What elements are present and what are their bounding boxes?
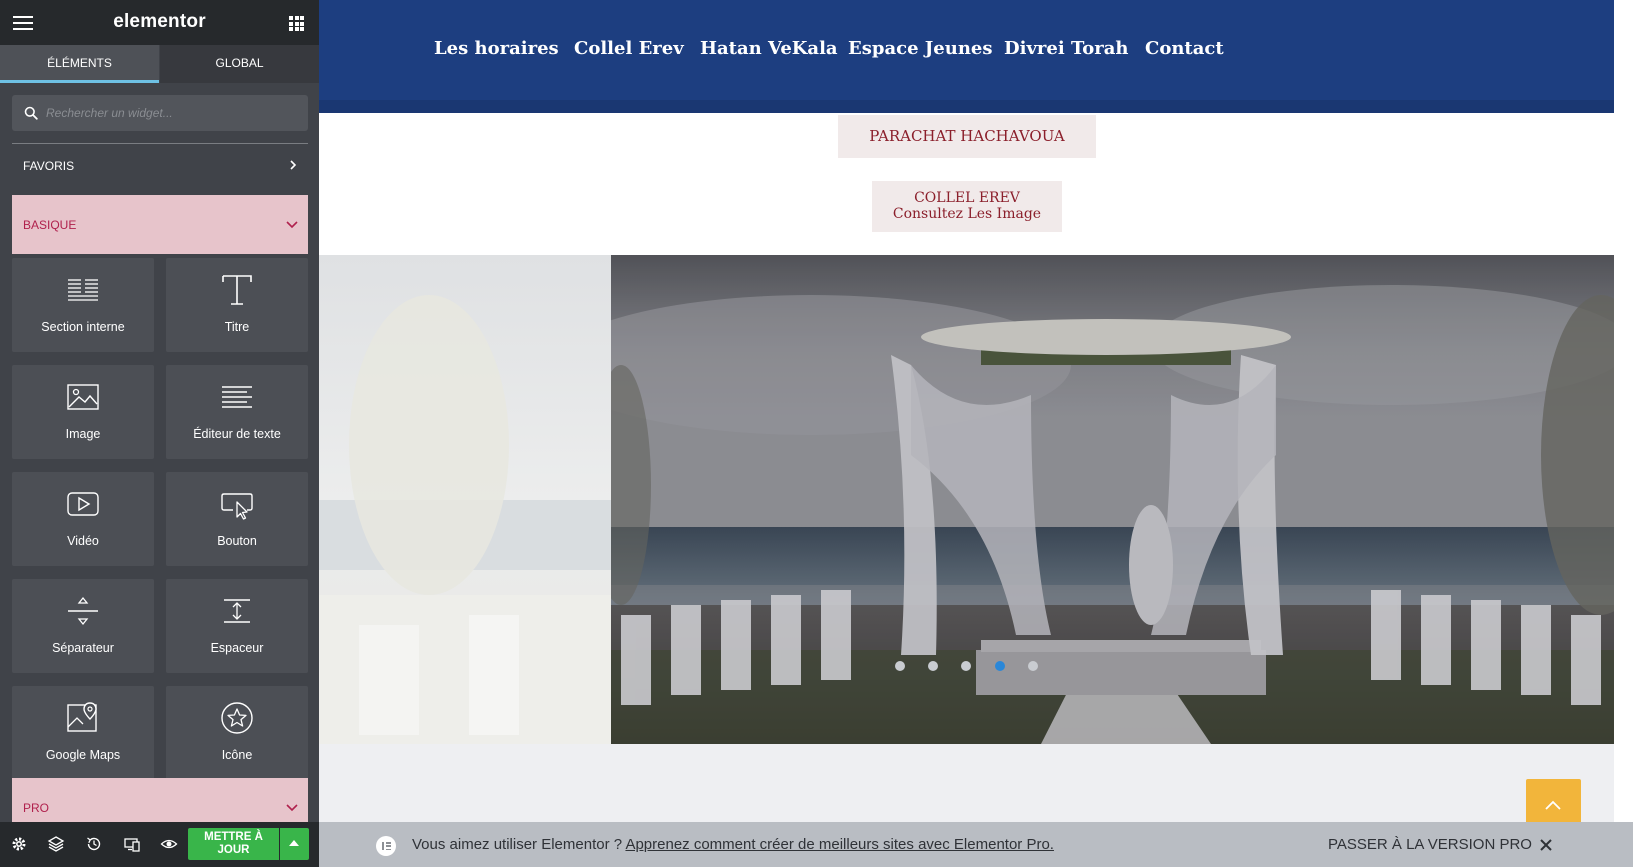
chevron-down-icon: [286, 804, 298, 812]
promo-link[interactable]: Apprenez comment créer de meilleurs site…: [625, 836, 1054, 853]
elementor-e-icon: [376, 836, 396, 856]
slide-wedding-chuppah-image: [611, 255, 1614, 744]
widget-image[interactable]: Image: [12, 365, 154, 459]
nav-link-espace-jeunes[interactable]: Espace Jeunes: [848, 38, 993, 59]
update-button-label: METTRE À: [204, 831, 263, 843]
tab-elements[interactable]: ÉLÉMENTS: [0, 45, 159, 83]
inner-section-icon: [68, 279, 98, 301]
widget-spacer[interactable]: Espaceur: [166, 579, 308, 673]
spacer-icon: [224, 599, 250, 623]
widget-divider[interactable]: Séparateur: [12, 579, 154, 673]
text-editor-icon: [222, 386, 252, 408]
apps-grid-icon[interactable]: [289, 16, 304, 31]
widget-label: Section interne: [41, 320, 125, 334]
panel-tabs: ÉLÉMENTS GLOBAL: [0, 45, 319, 83]
category-pro[interactable]: PRO: [12, 778, 308, 822]
go-pro-link[interactable]: PASSER À LA VERSION PRO: [1328, 836, 1532, 853]
widget-google-maps[interactable]: Google Maps: [12, 686, 154, 780]
nav-link-hatan-vekala[interactable]: Hatan VeKala: [700, 38, 838, 59]
widget-search: [12, 95, 308, 131]
widget-label: Vidéo: [67, 534, 99, 548]
nav-bottom-strip: [319, 100, 1614, 113]
nav-link-horaires[interactable]: Les horaires: [434, 38, 559, 59]
image-slider[interactable]: [319, 255, 1614, 744]
elementor-logo: elementor: [113, 11, 206, 32]
widget-label: Google Maps: [45, 748, 121, 762]
responsive-icon[interactable]: [123, 835, 141, 853]
video-icon: [67, 492, 99, 516]
promo-text: Vous aimez utiliser Elementor ?: [412, 836, 623, 853]
widget-video[interactable]: Vidéo: [12, 472, 154, 566]
nav-link-contact[interactable]: Contact: [1145, 38, 1224, 59]
search-icon: [24, 106, 38, 120]
star-icon: [221, 702, 253, 734]
widget-label: Icône: [221, 748, 253, 762]
divider-icon: [68, 596, 98, 626]
site-preview: Les horaires Collel Erev Hatan VeKala Es…: [319, 0, 1633, 867]
history-icon[interactable]: [85, 835, 103, 853]
preview-icon[interactable]: [160, 835, 178, 853]
search-input[interactable]: [46, 95, 296, 131]
widget-label: Espaceur: [210, 641, 264, 655]
button-sublabel: Consultez Les Image: [892, 206, 1042, 222]
close-icon[interactable]: [1539, 838, 1553, 852]
heading-icon: [222, 275, 252, 305]
widget-button[interactable]: Bouton: [166, 472, 308, 566]
slider-dot[interactable]: [1028, 661, 1038, 671]
category-basique[interactable]: BASIQUE: [12, 195, 308, 254]
parachat-button[interactable]: PARACHAT HACHAVOUA: [838, 115, 1096, 158]
nav-link-collel-erev[interactable]: Collel Erev: [574, 38, 684, 59]
chevron-right-icon: [290, 160, 297, 170]
settings-icon[interactable]: [10, 835, 28, 853]
slide-previous-image: [319, 255, 611, 744]
slider-dot-active[interactable]: [995, 661, 1005, 671]
category-label: BASIQUE: [23, 218, 77, 232]
widget-label: Séparateur: [52, 641, 114, 655]
navigator-icon[interactable]: [47, 835, 65, 853]
slider-dot[interactable]: [928, 661, 938, 671]
update-options-button[interactable]: [280, 828, 309, 860]
widget-label: Éditeur de texte: [193, 427, 281, 441]
slider-dot[interactable]: [961, 661, 971, 671]
image-icon: [67, 384, 99, 410]
widget-icon[interactable]: Icône: [166, 686, 308, 780]
pro-promo-bar: Vous aimez utiliser Elementor ? Apprenez…: [319, 822, 1633, 867]
google-maps-icon: [67, 702, 97, 732]
nav-link-divrei-torah[interactable]: Divrei Torah: [1004, 38, 1129, 59]
button-icon: [221, 493, 253, 520]
caret-up-icon: [289, 840, 299, 846]
widget-label: Image: [65, 427, 101, 441]
widget-label: Titre: [224, 320, 250, 334]
elementor-editor: elementor ÉLÉMENTS GLOBAL FAVORIS: [0, 0, 1633, 867]
widget-label: Bouton: [217, 534, 257, 548]
slider-dot[interactable]: [895, 661, 905, 671]
collel-erev-button[interactable]: COLLEL EREV Consultez Les Image: [872, 181, 1062, 232]
site-navigation: Les horaires Collel Erev Hatan VeKala Es…: [319, 0, 1614, 113]
page-section: [319, 744, 1614, 823]
tab-global[interactable]: GLOBAL: [160, 45, 319, 83]
divider: [12, 143, 308, 144]
update-button-label: JOUR: [217, 844, 250, 856]
chevron-down-icon: [286, 221, 298, 229]
promo-message: Vous aimez utiliser Elementor ? Apprenez…: [412, 836, 1054, 853]
widget-heading[interactable]: Titre: [166, 258, 308, 352]
update-button[interactable]: METTRE À JOUR: [188, 828, 279, 860]
button-label: COLLEL EREV: [914, 190, 1020, 206]
chevron-up-icon: [1545, 800, 1561, 810]
favorites-label: FAVORIS: [23, 159, 75, 173]
panel-header: elementor: [0, 0, 319, 45]
elementor-panel: elementor ÉLÉMENTS GLOBAL FAVORIS: [0, 0, 319, 867]
widget-inner-section[interactable]: Section interne: [12, 258, 154, 352]
favorites-section[interactable]: FAVORIS: [12, 150, 308, 180]
widget-text-editor[interactable]: Éditeur de texte: [166, 365, 308, 459]
category-label: PRO: [23, 801, 50, 815]
